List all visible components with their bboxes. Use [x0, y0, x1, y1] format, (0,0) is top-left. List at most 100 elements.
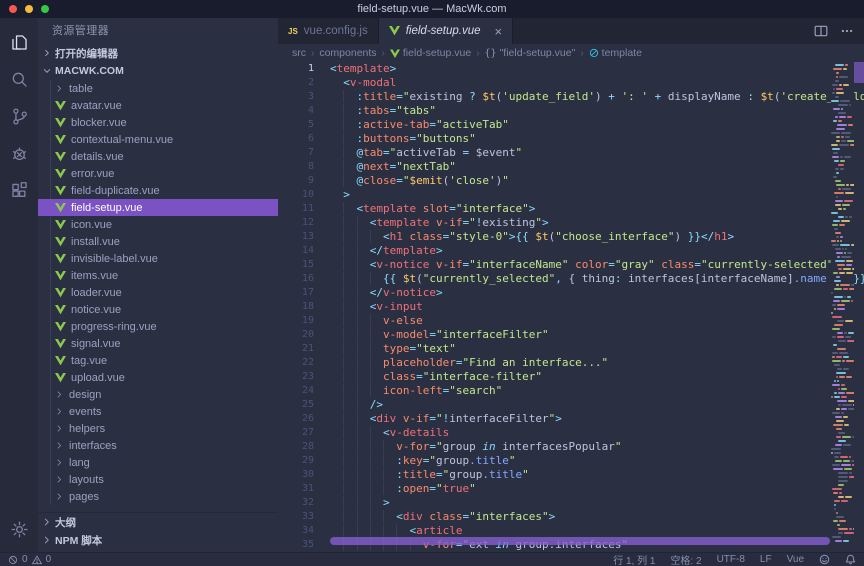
tree-folder-interfaces[interactable]: interfaces: [38, 437, 278, 454]
tree-folder-pages[interactable]: pages: [38, 488, 278, 505]
status-encoding[interactable]: UTF-8: [717, 554, 745, 565]
sidebar-section-NPM 脚本[interactable]: NPM 脚本: [38, 531, 278, 549]
code-line-19[interactable]: 19 v-else: [278, 314, 864, 328]
code-line-34[interactable]: 34 <article: [278, 524, 864, 538]
code-line-3[interactable]: 3 :title="existing ? $t('update_field') …: [278, 90, 864, 104]
zoom-window-button[interactable]: [41, 5, 49, 13]
tree-file-upload-vue[interactable]: upload.vue: [38, 369, 278, 386]
tree-file-progress-ring-vue[interactable]: progress-ring.vue: [38, 318, 278, 335]
tree-folder-table[interactable]: table: [38, 80, 278, 97]
minimap[interactable]: [831, 62, 854, 552]
code-line-2[interactable]: 2 <v-modal: [278, 76, 864, 90]
code-line-22[interactable]: 22 placeholder="Find an interface...": [278, 356, 864, 370]
code-line-14[interactable]: 14 </template>: [278, 244, 864, 258]
code-line-24[interactable]: 24 icon-left="search": [278, 384, 864, 398]
code-line-1[interactable]: 1<template>: [278, 62, 864, 76]
tree-file-avatar-vue[interactable]: avatar.vue: [38, 97, 278, 114]
workspace-section[interactable]: MACWK.COM: [38, 62, 278, 80]
chevron-right-icon: [55, 492, 64, 501]
tree-file-tag-vue[interactable]: tag.vue: [38, 352, 278, 369]
code-line-17[interactable]: 17 </v-notice>: [278, 286, 864, 300]
code-line-13[interactable]: 13 <h1 class="style-0">{{ $t("choose_int…: [278, 230, 864, 244]
more-actions-icon[interactable]: [840, 24, 854, 38]
code-line-33[interactable]: 33 <div class="interfaces">: [278, 510, 864, 524]
breadcrumb-item-2[interactable]: components: [319, 47, 376, 59]
errors-icon[interactable]: [8, 555, 18, 565]
tree-folder-lang[interactable]: lang: [38, 454, 278, 471]
warnings-icon[interactable]: [32, 555, 42, 565]
tree-item-label: table: [69, 83, 93, 95]
code-line-15[interactable]: 15 <v-notice v-if="interfaceName" color=…: [278, 258, 864, 272]
tab-vue-config-js[interactable]: JSvue.config.js: [278, 18, 379, 44]
code-line-9[interactable]: 9 @close="$emit('close')": [278, 174, 864, 188]
status-eol[interactable]: LF: [760, 554, 772, 565]
code-line-11[interactable]: 11 <template slot="interface">: [278, 202, 864, 216]
breadcrumb-item-5[interactable]: template: [589, 47, 642, 59]
code-line-21[interactable]: 21 type="text": [278, 342, 864, 356]
tree-file-icon-vue[interactable]: icon.vue: [38, 216, 278, 233]
code-line-10[interactable]: 10 >: [278, 188, 864, 202]
tree-file-loader-vue[interactable]: loader.vue: [38, 284, 278, 301]
tree-folder-helpers[interactable]: helpers: [38, 420, 278, 437]
split-editor-icon[interactable]: [814, 24, 828, 38]
sidebar-section-大纲[interactable]: 大纲: [38, 513, 278, 531]
code-line-27[interactable]: 27 <v-details: [278, 426, 864, 440]
code-line-5[interactable]: 5 :active-tab="activeTab": [278, 118, 864, 132]
files-icon[interactable]: [0, 24, 38, 61]
status-indentation[interactable]: 空格: 2: [670, 552, 701, 566]
source-control-icon[interactable]: [0, 98, 38, 135]
notifications-bell-icon[interactable]: [845, 554, 856, 565]
vertical-scrollbar[interactable]: [854, 62, 864, 83]
tree-file-error-vue[interactable]: error.vue: [38, 165, 278, 182]
code-line-23[interactable]: 23 class="interface-filter": [278, 370, 864, 384]
tree-file-details-vue[interactable]: details.vue: [38, 148, 278, 165]
code-editor[interactable]: 1<template>2 <v-modal3 :title="existing …: [278, 62, 864, 552]
minimize-window-button[interactable]: [25, 5, 33, 13]
close-tab-icon[interactable]: ×: [495, 25, 503, 38]
search-icon[interactable]: [0, 61, 38, 98]
tree-file-items-vue[interactable]: items.vue: [38, 267, 278, 284]
debug-icon[interactable]: [0, 135, 38, 172]
code-line-30[interactable]: 30 :title="group.title": [278, 468, 864, 482]
tree-file-field-duplicate-vue[interactable]: field-duplicate.vue: [38, 182, 278, 199]
code-line-26[interactable]: 26 <div v-if="!interfaceFilter">: [278, 412, 864, 426]
code-line-29[interactable]: 29 :key="group.title": [278, 454, 864, 468]
breadcrumb-item-3[interactable]: field-setup.vue: [390, 47, 471, 59]
line-content: <div class="interfaces">: [314, 510, 555, 524]
tab-field-setup-vue[interactable]: field-setup.vue×: [379, 18, 513, 44]
code-line-8[interactable]: 8 @next="nextTab": [278, 160, 864, 174]
code-line-12[interactable]: 12 <template v-if="!existing">: [278, 216, 864, 230]
open-editors-section[interactable]: 打开的编辑器: [38, 44, 278, 62]
breadcrumb-item-4[interactable]: {}"field-setup.vue": [485, 47, 576, 59]
code-line-6[interactable]: 6 :buttons="buttons": [278, 132, 864, 146]
code-line-16[interactable]: 16 {{ $t("currently_selected", { thing: …: [278, 272, 864, 286]
code-line-25[interactable]: 25 />: [278, 398, 864, 412]
tree-folder-design[interactable]: design: [38, 386, 278, 403]
tree-file-contextual-menu-vue[interactable]: contextual-menu.vue: [38, 131, 278, 148]
tree-file-field-setup-vue[interactable]: field-setup.vue: [38, 199, 278, 216]
status-cursor-position[interactable]: 行 1, 列 1: [613, 552, 655, 566]
code-line-31[interactable]: 31 :open="true": [278, 482, 864, 496]
extensions-icon[interactable]: [0, 172, 38, 209]
tree-folder-layouts[interactable]: layouts: [38, 471, 278, 488]
errors-count[interactable]: 0: [22, 554, 28, 565]
tree-file-blocker-vue[interactable]: blocker.vue: [38, 114, 278, 131]
close-window-button[interactable]: [9, 5, 17, 13]
tree-file-install-vue[interactable]: install.vue: [38, 233, 278, 250]
warnings-count[interactable]: 0: [46, 554, 52, 565]
code-line-7[interactable]: 7 @tab="activeTab = $event": [278, 146, 864, 160]
tree-file-signal-vue[interactable]: signal.vue: [38, 335, 278, 352]
settings-gear-icon[interactable]: [0, 511, 38, 548]
status-language-mode[interactable]: Vue: [787, 554, 804, 565]
code-line-4[interactable]: 4 :tabs="tabs": [278, 104, 864, 118]
code-line-28[interactable]: 28 v-for="group in interfacesPopular": [278, 440, 864, 454]
tree-file-notice-vue[interactable]: notice.vue: [38, 301, 278, 318]
breadcrumb-item-1[interactable]: src: [292, 47, 306, 59]
tree-folder-events[interactable]: events: [38, 403, 278, 420]
code-line-20[interactable]: 20 v-model="interfaceFilter": [278, 328, 864, 342]
code-line-18[interactable]: 18 <v-input: [278, 300, 864, 314]
horizontal-scrollbar[interactable]: [330, 537, 830, 545]
tree-file-invisible-label-vue[interactable]: invisible-label.vue: [38, 250, 278, 267]
feedback-smiley-icon[interactable]: [819, 554, 830, 565]
code-line-32[interactable]: 32 >: [278, 496, 864, 510]
